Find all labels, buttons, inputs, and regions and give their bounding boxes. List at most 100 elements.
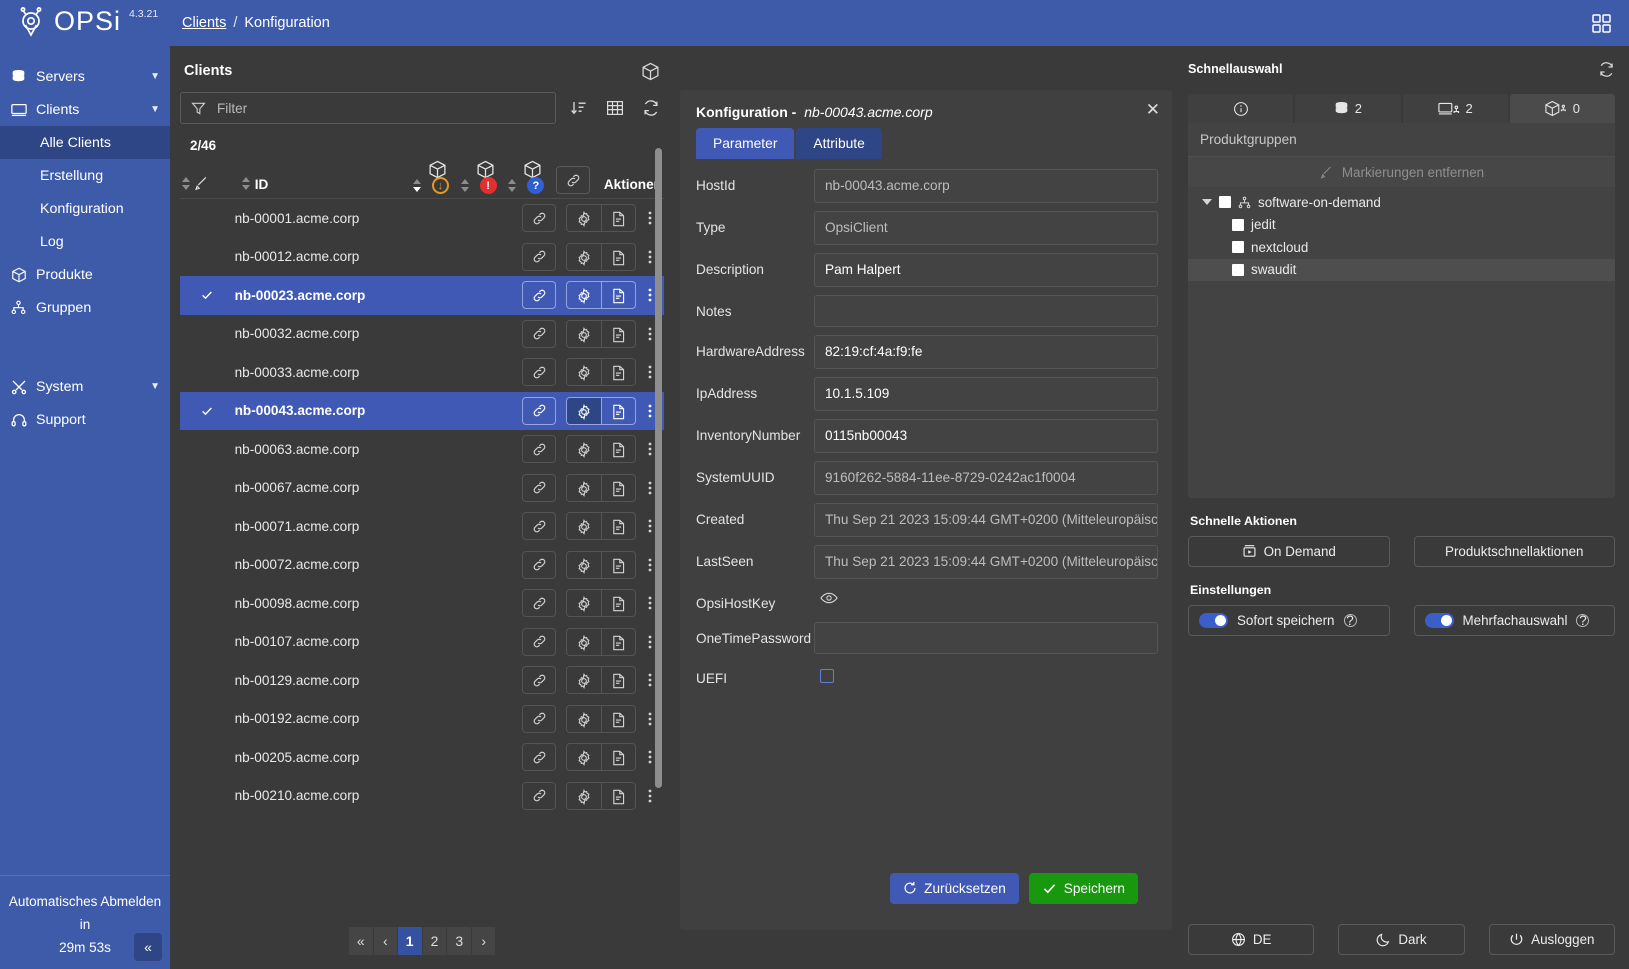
reveal-host-key-icon[interactable] (814, 587, 838, 610)
sidebar-item-erstellung[interactable]: Erstellung (0, 159, 170, 192)
link-icon[interactable] (522, 319, 557, 348)
tree-node-checkbox[interactable] (1232, 241, 1244, 254)
table-row[interactable]: nb-00205.acme.corp (180, 738, 664, 777)
row-log-icon[interactable] (601, 551, 635, 578)
table-row[interactable]: nb-00071.acme.corp (180, 507, 664, 546)
pagination-page-1[interactable]: 1 (396, 927, 422, 955)
tab-servers[interactable]: 2 (1295, 94, 1401, 123)
row-settings-icon[interactable] (567, 552, 601, 578)
table-row[interactable]: nb-00210.acme.corp (180, 777, 664, 816)
uefi-checkbox[interactable] (820, 669, 834, 683)
field-input[interactable]: Thu Sep 21 2023 15:09:44 GMT+0200 (Mitte… (814, 545, 1158, 579)
table-row[interactable]: nb-00107.acme.corp (180, 623, 664, 662)
row-settings-icon[interactable] (567, 706, 601, 732)
row-log-icon[interactable] (601, 667, 635, 694)
sidebar-item-produkte[interactable]: Produkte (0, 258, 170, 291)
pagination-next[interactable]: › (471, 927, 496, 955)
product-group-search-input[interactable]: Produktgruppen (1188, 123, 1615, 157)
row-log-icon[interactable] (601, 782, 635, 809)
tab-info[interactable] (1188, 94, 1294, 123)
table-row[interactable]: nb-00023.acme.corp (180, 276, 664, 315)
row-settings-icon[interactable] (567, 282, 601, 308)
sidebar-item-servers[interactable]: Servers ▼ (0, 60, 170, 93)
tree-node[interactable]: swaudit (1188, 258, 1615, 281)
row-log-icon[interactable] (601, 397, 635, 424)
row-log-icon[interactable] (601, 282, 635, 309)
row-log-icon[interactable] (601, 359, 635, 386)
row-settings-icon[interactable] (567, 513, 601, 539)
link-icon[interactable] (522, 435, 557, 464)
tab-clients[interactable]: 2 (1402, 94, 1508, 123)
link-icon[interactable] (522, 743, 557, 772)
row-log-icon[interactable] (601, 513, 635, 540)
table-row[interactable]: nb-00033.acme.corp (180, 353, 664, 392)
row-settings-icon[interactable] (567, 590, 601, 616)
tree-node-checkbox[interactable] (1232, 263, 1244, 276)
row-log-icon[interactable] (601, 243, 635, 270)
row-log-icon[interactable] (601, 744, 635, 771)
row-select-checkbox[interactable] (180, 404, 235, 418)
tab-products[interactable]: 0 (1509, 94, 1615, 123)
row-log-icon[interactable] (601, 205, 635, 232)
sidebar-item-gruppen[interactable]: Gruppen (0, 291, 170, 324)
pagination-first[interactable]: « (348, 927, 373, 955)
close-icon[interactable]: ✕ (1146, 101, 1160, 118)
language-button[interactable]: DE (1188, 924, 1315, 955)
filter-input[interactable]: Filter (180, 92, 556, 124)
link-icon[interactable] (522, 242, 557, 271)
row-log-icon[interactable] (601, 705, 635, 732)
sidebar-item-support[interactable]: Support (0, 403, 170, 436)
sidebar-item-konfiguration[interactable]: Konfiguration (0, 192, 170, 225)
sort-toggle-id[interactable] (241, 176, 251, 192)
link-icon[interactable] (522, 666, 557, 695)
table-row[interactable]: nb-00063.acme.corp (180, 430, 664, 469)
row-log-icon[interactable] (601, 590, 635, 617)
row-settings-icon[interactable] (567, 244, 601, 270)
row-log-icon[interactable] (601, 436, 635, 463)
row-settings-icon[interactable] (567, 205, 601, 231)
save-button[interactable]: Speichern (1028, 872, 1138, 904)
link-icon[interactable] (522, 204, 557, 233)
field-input[interactable]: nb-00043.acme.corp (814, 169, 1158, 203)
table-row[interactable]: nb-00001.acme.corp (180, 199, 664, 238)
link-icon[interactable] (522, 473, 557, 502)
table-row[interactable]: nb-00192.acme.corp (180, 700, 664, 739)
tree-node[interactable]: software-on-demand (1188, 191, 1615, 214)
pagination-page-2[interactable]: 2 (421, 927, 447, 955)
link-icon[interactable] (522, 512, 557, 541)
link-icon[interactable] (522, 396, 557, 425)
link-icon[interactable] (522, 589, 557, 618)
sort-icon[interactable] (566, 95, 592, 121)
field-input[interactable]: 10.1.5.109 (814, 377, 1158, 411)
table-row[interactable]: nb-00098.acme.corp (180, 584, 664, 623)
link-icon[interactable] (522, 781, 557, 810)
field-input[interactable]: 9160f262-5884-11ee-8729-0242ac1f0004 (814, 461, 1158, 495)
row-settings-icon[interactable] (567, 397, 602, 424)
row-log-icon[interactable] (601, 474, 635, 501)
help-icon[interactable]: ? (1576, 613, 1590, 628)
row-log-icon[interactable] (601, 320, 635, 347)
refresh-icon[interactable] (638, 95, 664, 121)
clients-scrollbar[interactable] (655, 134, 662, 969)
link-icon[interactable] (556, 166, 591, 194)
row-settings-icon[interactable] (567, 783, 601, 809)
tree-node-checkbox[interactable] (1232, 218, 1244, 231)
tab-parameter[interactable]: Parameter (696, 128, 795, 159)
row-settings-icon[interactable] (567, 475, 601, 501)
row-select-checkbox[interactable] (180, 288, 235, 302)
pagination-page-3[interactable]: 3 (446, 927, 472, 955)
field-input[interactable]: Pam Halpert (814, 253, 1158, 287)
pagination-prev[interactable]: ‹ (372, 927, 397, 955)
link-icon[interactable] (522, 627, 557, 656)
row-settings-icon[interactable] (567, 436, 601, 462)
sidebar-item-clients[interactable]: Clients ▼ (0, 93, 170, 126)
help-icon[interactable]: ? (1343, 613, 1357, 628)
field-input[interactable]: Thu Sep 21 2023 15:09:44 GMT+0200 (Mitte… (814, 503, 1158, 537)
product-quick-actions-button[interactable]: Produktschnellaktionen (1413, 536, 1615, 567)
sidebar-item-alle-clients[interactable]: Alle Clients (0, 126, 170, 159)
row-settings-icon[interactable] (567, 667, 601, 693)
table-row[interactable]: nb-00012.acme.corp (180, 238, 664, 277)
apps-grid-icon[interactable] (1587, 9, 1615, 37)
tree-node-checkbox[interactable] (1219, 196, 1231, 209)
sidebar-item-system[interactable]: System ▼ (0, 370, 170, 403)
